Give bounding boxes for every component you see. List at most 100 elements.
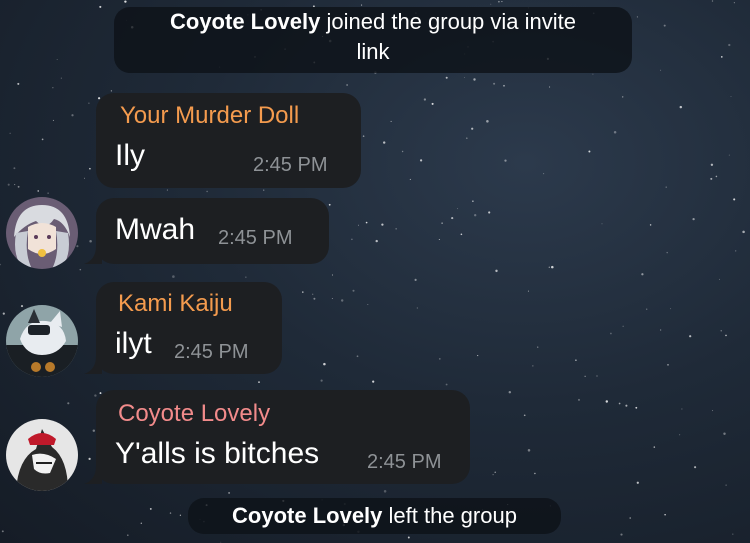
star [0, 263, 1, 266]
star [471, 127, 474, 130]
star [438, 239, 440, 240]
star [390, 120, 392, 122]
star [423, 98, 427, 101]
silver-hair-anime-avatar[interactable] [6, 197, 78, 269]
message-time: 2:45 PM [218, 227, 293, 249]
star [543, 173, 545, 175]
star [60, 77, 62, 79]
star [493, 82, 496, 85]
event-text: joined the group via invite [326, 9, 577, 34]
star [140, 522, 142, 524]
star [351, 238, 353, 241]
star [88, 102, 90, 104]
star [431, 102, 434, 105]
star [719, 278, 721, 280]
star [473, 78, 476, 81]
star [588, 150, 591, 153]
star [79, 268, 82, 271]
star [438, 358, 441, 360]
star [679, 434, 681, 436]
star [361, 4, 363, 6]
message-bubble[interactable]: Your Murder Doll Ily 2:45 PM [96, 93, 361, 188]
star [372, 380, 375, 383]
star [346, 84, 348, 86]
dog-character-avatar[interactable] [6, 419, 78, 491]
star [313, 297, 316, 300]
star [206, 190, 208, 193]
star [584, 375, 586, 377]
star [110, 90, 113, 92]
star [653, 446, 656, 448]
star [445, 383, 448, 386]
star [149, 507, 152, 510]
star [416, 307, 418, 309]
star [56, 58, 58, 61]
star [92, 429, 96, 432]
star [67, 402, 70, 405]
star [735, 250, 737, 252]
star [523, 414, 526, 417]
bubble-tail [84, 466, 102, 484]
message-bubble[interactable]: Mwah 2:45 PM [96, 198, 329, 264]
star [670, 308, 672, 310]
star [89, 167, 91, 170]
star [720, 56, 723, 58]
star [124, 0, 127, 3]
star [356, 355, 359, 358]
star [488, 211, 491, 214]
star [635, 406, 638, 409]
star [720, 330, 722, 332]
left-event-notice: Coyote Lovely left the group [188, 498, 561, 534]
star [52, 119, 54, 121]
star [9, 132, 11, 134]
star [466, 137, 468, 139]
star [365, 221, 368, 224]
star [490, 3, 492, 5]
star [99, 5, 102, 8]
star [367, 304, 369, 305]
star [548, 266, 550, 268]
star [228, 491, 231, 494]
star [711, 0, 714, 2]
star [551, 265, 554, 269]
star [549, 86, 551, 88]
star [263, 189, 265, 191]
star [723, 432, 726, 435]
star [352, 289, 355, 292]
star [409, 178, 411, 180]
star [742, 230, 745, 234]
star [629, 517, 631, 519]
event-user-name: Coyote Lovely [232, 503, 383, 528]
star [245, 276, 247, 278]
star [694, 466, 697, 469]
sender-name[interactable]: Your Murder Doll [120, 102, 299, 130]
star [494, 471, 496, 473]
star [445, 76, 448, 79]
star [596, 375, 598, 377]
star [610, 332, 612, 335]
star [575, 359, 577, 362]
star [620, 533, 623, 536]
event-user-name: Coyote Lovely [170, 9, 321, 34]
star [613, 130, 617, 134]
star [679, 105, 683, 109]
sender-name[interactable]: Coyote Lovely [118, 400, 270, 428]
message-bubble[interactable]: Kami Kaiju ilyt 2:45 PM [96, 282, 282, 374]
star [663, 24, 666, 27]
star [328, 203, 331, 206]
star [664, 514, 666, 516]
wolf-character-avatar[interactable] [6, 305, 78, 377]
message-bubble[interactable]: Coyote Lovely Y'alls is bitches 2:45 PM [96, 390, 470, 484]
star [622, 325, 624, 327]
star [725, 334, 727, 337]
star [407, 536, 410, 539]
star [636, 481, 639, 484]
star [601, 223, 603, 225]
star [52, 87, 54, 89]
sender-name[interactable]: Kami Kaiju [118, 290, 233, 318]
star [660, 69, 662, 71]
star [172, 275, 175, 278]
star [383, 490, 387, 493]
star [220, 541, 222, 543]
star [537, 346, 539, 348]
